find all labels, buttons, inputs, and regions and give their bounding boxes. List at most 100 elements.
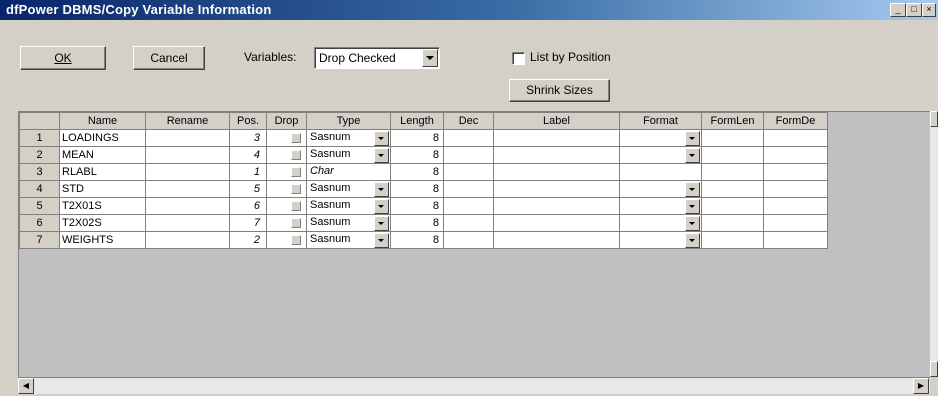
format-cell[interactable] [619,231,702,249]
formde-cell[interactable] [763,129,828,147]
rename-cell[interactable] [145,163,230,181]
column-header-format[interactable]: Format [619,112,702,130]
pos-cell[interactable]: 3 [229,129,267,147]
column-header-rownum[interactable] [19,112,60,130]
formde-cell[interactable] [763,146,828,164]
ok-button[interactable]: OK [20,46,106,70]
pos-cell[interactable]: 2 [229,231,267,249]
format-cell[interactable] [619,146,702,164]
table-row[interactable]: 3 RLABL 1 Char 8 [19,163,828,181]
chevron-down-icon[interactable] [422,49,438,67]
column-header-type[interactable]: Type [306,112,391,130]
drop-checkbox[interactable] [291,201,301,212]
drop-checkbox[interactable] [291,235,301,246]
rename-cell[interactable] [145,129,230,147]
length-cell[interactable]: 8 [390,231,444,249]
shrink-sizes-button[interactable]: Shrink Sizes [509,79,610,102]
format-cell[interactable] [619,197,702,215]
chevron-down-icon[interactable] [685,131,700,146]
pos-cell[interactable]: 6 [229,197,267,215]
rename-cell[interactable] [145,214,230,232]
minimize-button[interactable]: _ [890,3,906,17]
drop-checkbox[interactable] [291,184,301,195]
dec-cell[interactable] [443,214,494,232]
variables-select[interactable]: Drop Checked [314,47,440,69]
label-cell[interactable] [493,129,620,147]
scroll-left-icon[interactable]: ◀ [18,378,34,394]
cancel-button[interactable]: Cancel [133,46,205,70]
type-cell[interactable]: Sasnum [306,231,391,249]
dec-cell[interactable] [443,197,494,215]
row-number[interactable]: 3 [19,163,60,181]
rename-cell[interactable] [145,231,230,249]
column-header-pos[interactable]: Pos. [229,112,267,130]
format-cell[interactable] [619,163,702,181]
chevron-down-icon[interactable] [374,131,389,146]
column-header-formlen[interactable]: FormLen [701,112,764,130]
label-cell[interactable] [493,197,620,215]
type-cell[interactable]: Sasnum [306,214,391,232]
formlen-cell[interactable] [701,129,764,147]
label-cell[interactable] [493,146,620,164]
type-cell[interactable]: Sasnum [306,197,391,215]
maximize-button[interactable]: □ [906,3,922,17]
column-header-rename[interactable]: Rename [145,112,230,130]
length-cell[interactable]: 8 [390,197,444,215]
drop-checkbox[interactable] [291,167,301,178]
row-number[interactable]: 7 [19,231,60,249]
drop-cell[interactable] [266,146,307,164]
dec-cell[interactable] [443,129,494,147]
drop-checkbox[interactable] [291,218,301,229]
table-row[interactable]: 4 STD 5 Sasnum 8 [19,180,828,198]
table-row[interactable]: 6 T2X02S 7 Sasnum 8 [19,214,828,232]
formde-cell[interactable] [763,180,828,198]
row-number[interactable]: 4 [19,180,60,198]
table-row[interactable]: 5 T2X01S 6 Sasnum 8 [19,197,828,215]
length-cell[interactable]: 8 [390,180,444,198]
column-header-length[interactable]: Length [390,112,444,130]
drop-cell[interactable] [266,231,307,249]
length-cell[interactable]: 8 [390,163,444,181]
formde-cell[interactable] [763,214,828,232]
label-cell[interactable] [493,180,620,198]
close-button[interactable]: × [922,3,936,17]
rename-cell[interactable] [145,197,230,215]
row-number[interactable]: 2 [19,146,60,164]
name-cell[interactable]: LOADINGS [59,129,146,147]
formlen-cell[interactable] [701,146,764,164]
column-header-name[interactable]: Name [59,112,146,130]
name-cell[interactable]: T2X01S [59,197,146,215]
scroll-right-icon[interactable]: ▶ [913,378,929,394]
drop-cell[interactable] [266,129,307,147]
table-row[interactable]: 7 WEIGHTS 2 Sasnum 8 [19,231,828,249]
chevron-down-icon[interactable] [685,199,700,214]
drop-cell[interactable] [266,180,307,198]
chevron-down-icon[interactable] [374,233,389,248]
dec-cell[interactable] [443,163,494,181]
formlen-cell[interactable] [701,214,764,232]
name-cell[interactable]: T2X02S [59,214,146,232]
chevron-down-icon[interactable] [685,148,700,163]
label-cell[interactable] [493,163,620,181]
name-cell[interactable]: MEAN [59,146,146,164]
pos-cell[interactable]: 4 [229,146,267,164]
length-cell[interactable]: 8 [390,214,444,232]
table-row[interactable]: 2 MEAN 4 Sasnum 8 [19,146,828,164]
row-number[interactable]: 1 [19,129,60,147]
drop-checkbox[interactable] [291,150,301,161]
column-header-dec[interactable]: Dec [443,112,494,130]
chevron-down-icon[interactable] [374,199,389,214]
chevron-down-icon[interactable] [685,182,700,197]
drop-cell[interactable] [266,163,307,181]
pos-cell[interactable]: 7 [229,214,267,232]
drop-cell[interactable] [266,197,307,215]
drop-checkbox[interactable] [291,133,301,144]
title-bar[interactable]: dfPower DBMS/Copy Variable Information _… [0,0,938,20]
format-cell[interactable] [619,214,702,232]
chevron-down-icon[interactable] [685,216,700,231]
rename-cell[interactable] [145,180,230,198]
type-cell[interactable]: Sasnum [306,146,391,164]
formlen-cell[interactable] [701,163,764,181]
table-row[interactable]: 1 LOADINGS 3 Sasnum 8 [19,129,828,147]
formlen-cell[interactable] [701,197,764,215]
